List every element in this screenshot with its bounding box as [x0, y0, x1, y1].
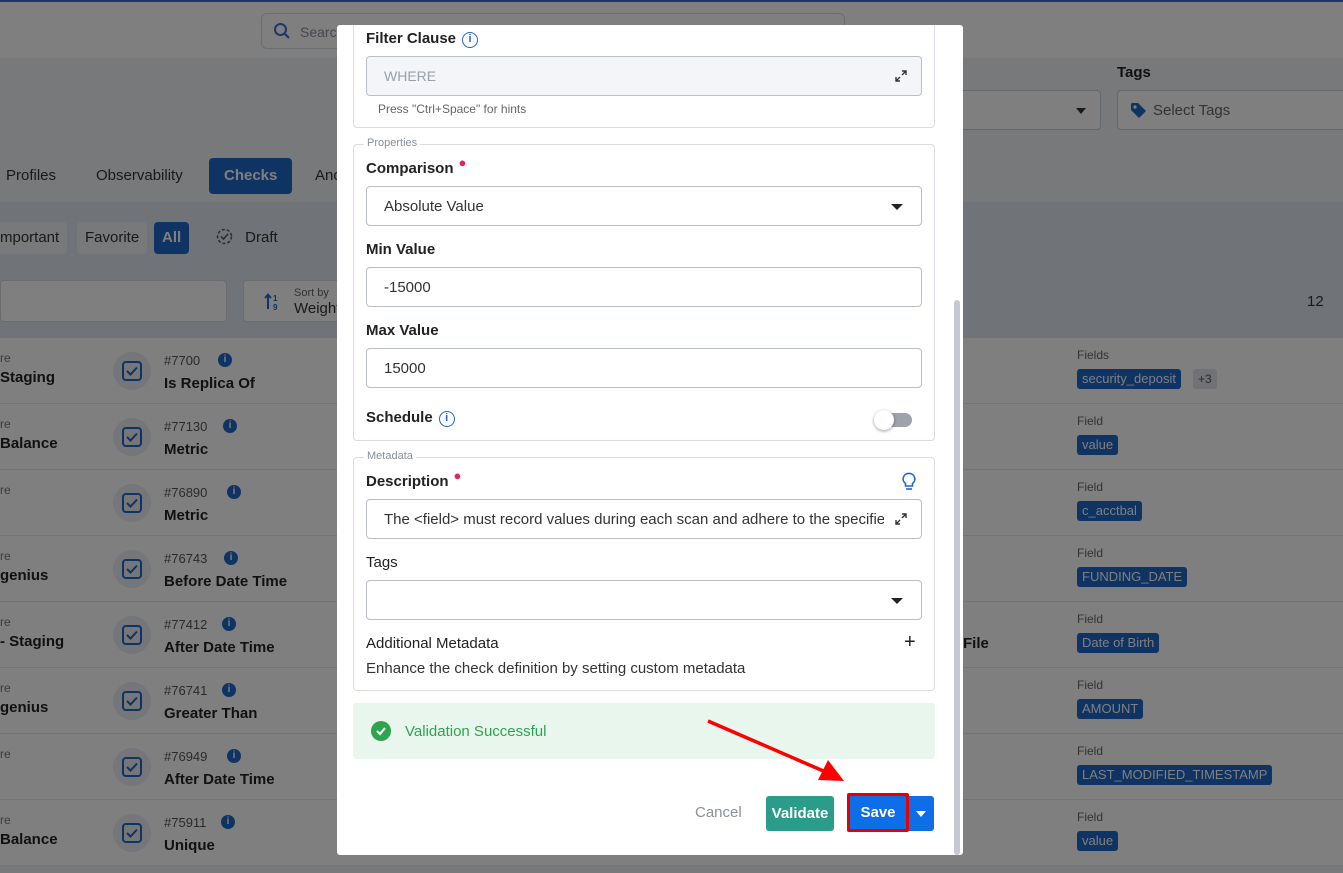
annotation-arrow-icon	[707, 719, 844, 781]
chevron-down-icon	[891, 204, 903, 210]
required-dot: ●	[458, 155, 467, 170]
save-options-dropdown[interactable]	[909, 796, 934, 831]
comparison-select[interactable]: Absolute Value	[366, 186, 922, 226]
cancel-button[interactable]: Cancel	[695, 804, 742, 821]
description-label-text: Description	[366, 473, 449, 490]
comparison-value: Absolute Value	[384, 198, 484, 215]
info-icon[interactable]: i	[462, 32, 479, 48]
validate-button[interactable]: Validate	[766, 796, 834, 831]
properties-legend: Properties	[364, 137, 421, 149]
filter-clause-input[interactable]: WHERE	[366, 56, 922, 96]
validation-message: Validation Successful	[405, 723, 547, 740]
check-circle-icon	[371, 721, 391, 741]
additional-metadata-label: Additional Metadata	[366, 635, 499, 652]
additional-metadata-description: Enhance the check definition by setting …	[366, 660, 746, 677]
properties-section: Properties Comparison ● Absolute Value Mi…	[353, 137, 935, 441]
lightbulb-icon[interactable]	[901, 472, 917, 497]
toggle-knob	[874, 410, 894, 430]
filter-section: Filter Clause i WHERE Press "Ctrl+Space" …	[353, 25, 935, 128]
schedule-label: Schedule i	[366, 409, 455, 427]
schedule-toggle[interactable]	[874, 410, 912, 430]
save-button[interactable]: Save	[847, 793, 909, 832]
min-value: -15000	[384, 279, 431, 296]
filter-clause-label: Filter Clause i	[366, 30, 479, 48]
max-value-input[interactable]: 15000	[366, 348, 922, 388]
schedule-label-text: Schedule	[366, 409, 433, 426]
max-value-label: Max Value	[366, 322, 439, 339]
edit-check-modal: Filter Clause i WHERE Press "Ctrl+Space" …	[337, 25, 963, 855]
required-dot: ●	[453, 468, 462, 483]
filter-clause-placeholder: WHERE	[384, 68, 437, 84]
chevron-down-icon	[891, 598, 903, 604]
description-label: Description ●	[366, 468, 461, 490]
info-icon[interactable]: i	[438, 411, 455, 427]
min-value-label: Min Value	[366, 241, 436, 258]
filter-clause-label-text: Filter Clause	[366, 30, 457, 47]
tags-select[interactable]	[366, 580, 922, 620]
max-value: 15000	[384, 360, 426, 377]
tags-label: Tags	[366, 554, 398, 571]
min-value-input[interactable]: -15000	[366, 267, 922, 307]
plus-icon[interactable]: +	[904, 631, 916, 654]
metadata-legend: Metadata	[364, 450, 416, 462]
comparison-label: Comparison ●	[366, 155, 466, 177]
metadata-section: Metadata Description ● The <field> must r…	[353, 450, 935, 691]
comparison-label-text: Comparison	[366, 160, 454, 177]
expand-icon[interactable]	[895, 69, 907, 87]
description-value: The <field> must record values during ea…	[384, 511, 884, 528]
chevron-down-icon	[916, 811, 926, 817]
filter-hint: Press "Ctrl+Space" for hints	[378, 102, 527, 116]
expand-icon[interactable]	[895, 512, 907, 530]
modal-scrollbar[interactable]	[954, 300, 960, 855]
description-input[interactable]: The <field> must record values during ea…	[366, 499, 922, 539]
